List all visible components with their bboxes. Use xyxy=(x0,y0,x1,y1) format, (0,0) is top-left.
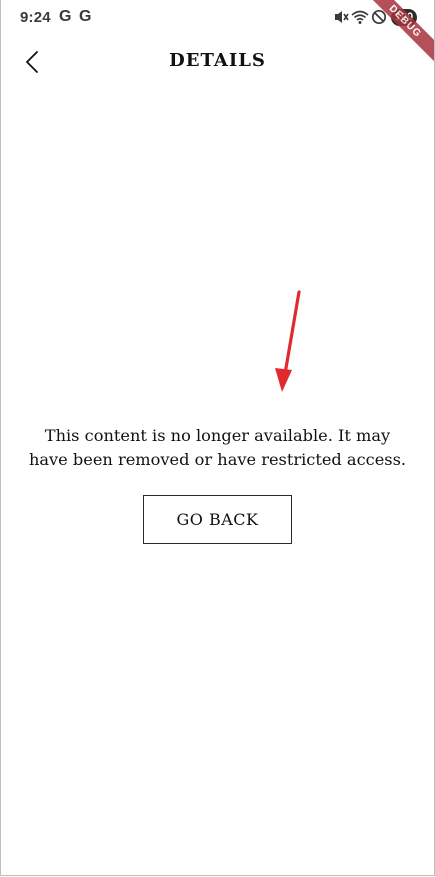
wifi-icon xyxy=(351,10,369,24)
app-bar: DETAILS xyxy=(1,40,434,82)
google-notification-icon: G xyxy=(59,8,72,25)
status-time: 9:24 xyxy=(20,9,51,26)
screen: 9:24 G G 100 DEBUG xyxy=(0,0,435,876)
google-notification-icon: G xyxy=(79,8,92,25)
mute-icon xyxy=(335,11,349,23)
status-bar: 9:24 G G 100 xyxy=(1,0,434,34)
unavailable-message: This content is no longer available. It … xyxy=(28,426,407,469)
red-arrow-icon xyxy=(275,290,301,392)
go-back-button[interactable]: GO BACK xyxy=(143,495,292,544)
page-title: DETAILS xyxy=(169,50,266,71)
